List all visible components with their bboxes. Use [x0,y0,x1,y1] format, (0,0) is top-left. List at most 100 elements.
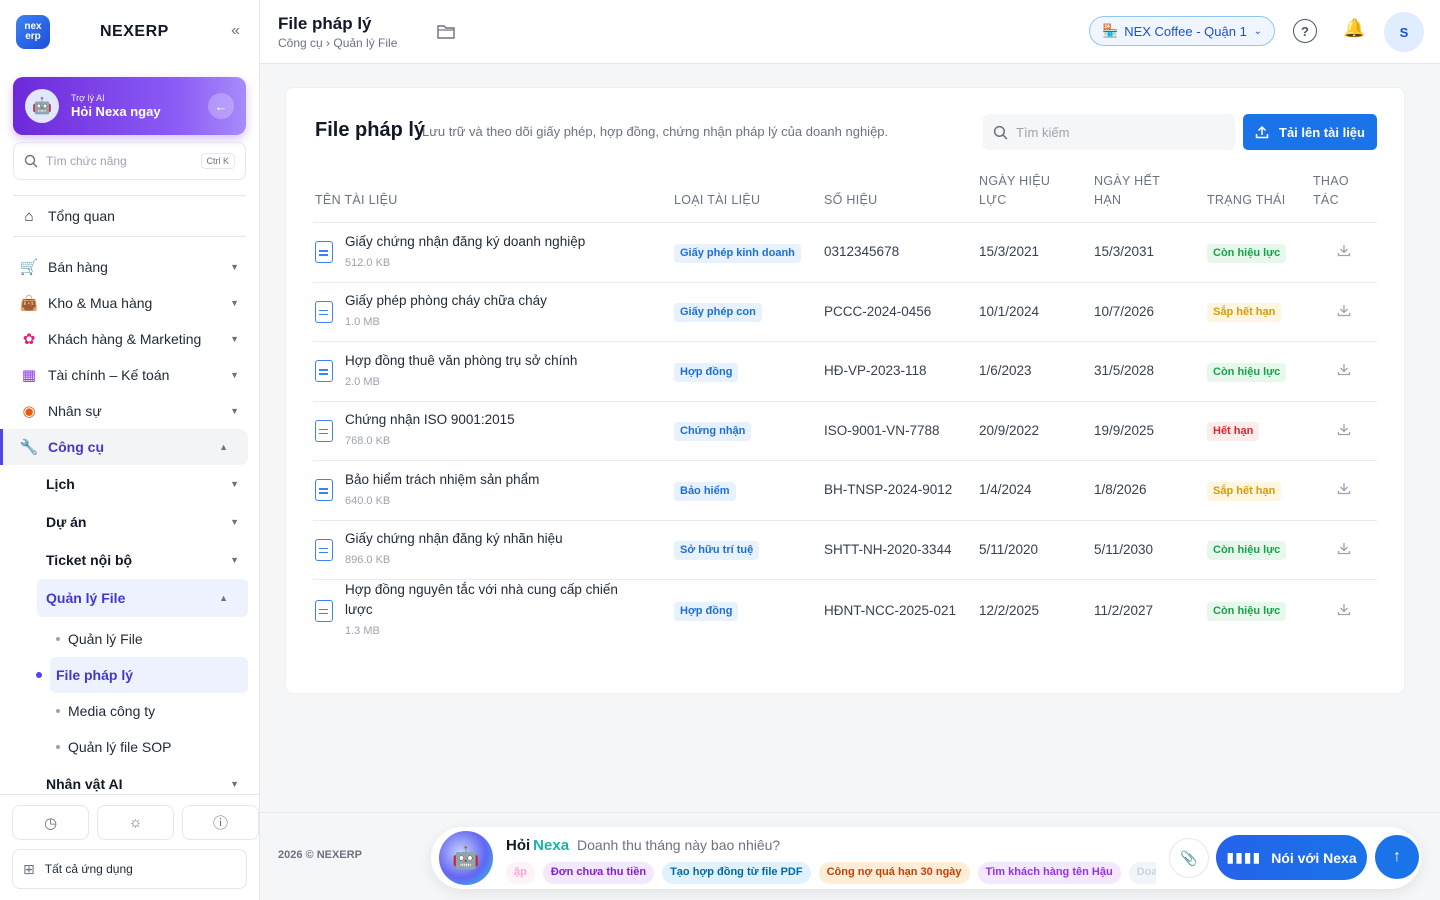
breadcrumb[interactable]: Công cụ › Quản lý File [278,36,397,50]
document-search-input[interactable]: Tìm kiếm [983,114,1235,150]
theme-sun-icon[interactable]: ☼ [97,805,174,840]
chevron-down-icon: ▼ [230,334,239,344]
sidebar-item-calendar[interactable]: Lịch ▼ [0,465,259,503]
bell-icon[interactable]: 🔔 [1343,18,1365,39]
sidebar-item-projects[interactable]: Dự án ▼ [0,503,259,541]
chevron-down-icon: ▼ [230,517,239,527]
document-size: 2.0 MB [345,375,380,388]
file-icon [315,479,333,502]
col-header-name[interactable]: Tên tài liệu [313,172,672,223]
avatar[interactable]: S [1384,12,1424,52]
table-row[interactable]: Giấy chứng nhận đăng ký nhãn hiệu 896.0 K… [313,519,1377,580]
col-header-type[interactable]: Loại tài liệu [672,172,822,223]
cell-name: Hợp đồng thuê văn phòng trụ sở chính 2.0 … [313,341,672,401]
sidebar-item-label: Bán hàng [48,259,108,275]
download-icon[interactable] [1337,422,1351,436]
suggestion-chip[interactable]: Tìm khách hàng tên Hậu [977,862,1121,884]
chevron-up-icon: ▲ [219,593,228,603]
footer: 2026 © NEXERP 🤖 Hỏi Nexa Doanh thu tháng n… [260,812,1440,900]
sidebar-item-label: Kho & Mua hàng [48,295,153,311]
cell-number: PCCC-2024-0456 [822,281,977,342]
cell-type: Giấy phép con [672,281,822,342]
chevron-up-icon: ▲ [219,442,228,452]
download-icon[interactable] [1337,481,1351,495]
document-name[interactable]: Giấy chứng nhận đăng ký nhãn hiệu [345,529,563,549]
sidebar-item-label: Quản lý file SOP [68,739,172,755]
cell-number: ISO-9001-VN-7788 [822,400,977,461]
suggestion-chip[interactable]: Công nợ quá hạn 30 ngày [818,862,970,884]
all-apps-button[interactable]: ⊞ Tất cả ứng dụng [12,849,247,889]
send-arrow-icon[interactable]: ↑ [1375,835,1419,879]
download-icon[interactable] [1337,362,1351,376]
download-icon[interactable] [1337,602,1351,616]
nexa-robot-icon[interactable]: 🤖 [439,831,493,885]
suggestion-chip[interactable]: Doa [1128,862,1156,884]
suggestion-chip[interactable]: ập [506,862,535,884]
speak-with-nexa-button[interactable]: ▮▮▮▮ Nói với Nexa [1216,835,1367,880]
upload-document-button[interactable]: Tải lên tài liệu [1243,114,1377,150]
col-header-effective[interactable]: Ngày hiệu lực [977,172,1092,223]
status-badge: Còn hiệu lực [1207,243,1287,263]
type-badge: Sở hữu trí tuệ [674,541,760,561]
nexa-prompt[interactable]: Hỏi Nexa Doanh thu tháng này bao nhiêu? [506,837,780,854]
sidebar-item-tools[interactable]: 🔧 Công cụ ▲ [0,429,248,465]
sidebar-item-file-management[interactable]: Quản lý File ▲ [37,579,248,617]
sidebar-item-finance[interactable]: ▦ Tài chính – Kế toán ▼ [0,357,259,393]
logo[interactable]: nex erp [16,15,50,49]
info-icon[interactable]: ⓘ [182,805,259,840]
suggestion-chip[interactable]: Tạo hợp đồng từ file PDF [662,862,811,884]
help-icon[interactable]: ? [1293,19,1317,43]
sidebar-item-hr[interactable]: ◉ Nhân sự ▼ [0,393,259,429]
function-search[interactable]: Tìm chức năng Ctrl K [13,142,246,180]
folder-icon[interactable] [436,22,456,40]
table-row[interactable]: Hợp đồng thuê văn phòng trụ sở chính 2.0 … [313,341,1377,401]
history-icon[interactable]: ◷ [12,805,89,840]
cell-number: HĐ-VP-2023-118 [822,341,977,401]
download-icon[interactable] [1337,541,1351,555]
table-row[interactable]: Chứng nhận ISO 9001:2015 768.0 KB Chứng nh… [313,400,1377,461]
document-name[interactable]: Chứng nhận ISO 9001:2015 [345,410,515,430]
cell-expiry: 19/9/2025 [1092,400,1205,461]
sidebar-item-overview[interactable]: ⌂ Tổng quan [0,196,259,236]
col-header-status[interactable]: Trạng thái [1205,172,1311,223]
download-icon[interactable] [1337,243,1351,257]
suggestion-chip[interactable]: Đơn chưa thu tiền [542,862,655,884]
store-selector[interactable]: 🏪 NEX Coffee - Quận 1 ⌄ [1089,16,1275,46]
sidebar-item-inventory[interactable]: 👜 Kho & Mua hàng ▼ [0,285,259,321]
document-name[interactable]: Giấy phép phòng cháy chữa cháy [345,291,547,311]
cell-effective: 5/11/2020 [977,519,1092,580]
home-icon: ⌂ [24,207,34,225]
speak-button-label: Nói với Nexa [1271,849,1357,866]
cart-icon: 🛒 [19,259,39,276]
bullet-icon [56,745,60,749]
sidebar-leaf-sop-files[interactable]: Quản lý file SOP [0,729,259,765]
document-name[interactable]: Hợp đồng thuê văn phòng trụ sở chính [345,351,577,371]
sidebar-item-tickets[interactable]: Ticket nội bộ ▼ [0,541,259,579]
sidebar-item-ai-characters[interactable]: Nhân vật AI ▼ [0,765,259,795]
attach-icon[interactable]: 📎 [1169,838,1209,878]
sidebar-leaf-legal-files[interactable]: File pháp lý [36,657,248,693]
document-name[interactable]: Giấy chứng nhận đăng ký doanh nghiệp [345,232,585,252]
col-header-number[interactable]: Số hiệu [822,172,977,223]
cell-effective: 1/6/2023 [977,341,1092,401]
col-header-expiry[interactable]: Ngày hết hạn [1092,172,1205,223]
wrench-icon: 🔧 [19,439,39,456]
arrow-left-icon[interactable]: ← [208,93,234,119]
sidebar-item-sales[interactable]: 🛒 Bán hàng ▼ [0,249,259,285]
document-name[interactable]: Bảo hiểm trách nhiệm sản phẩm [345,470,539,490]
table-row[interactable]: Hợp đồng nguyên tắc với nhà cung cấp chi… [313,579,1377,641]
table-row[interactable]: Giấy chứng nhận đăng ký doanh nghiệp 512.… [313,222,1377,282]
cell-effective: 20/9/2022 [977,400,1092,461]
table-row[interactable]: Bảo hiểm trách nhiệm sản phẩm 640.0 KB Bảo… [313,460,1377,520]
sidebar-leaf-file-management[interactable]: Quản lý File [0,621,259,657]
upload-icon [1255,125,1269,139]
cell-expiry: 5/11/2030 [1092,519,1205,580]
sidebar-leaf-company-media[interactable]: Media công ty [0,693,259,729]
download-icon[interactable] [1337,303,1351,317]
document-name[interactable]: Hợp đồng nguyên tắc với nhà cung cấp chi… [345,580,645,620]
collapse-sidebar-icon[interactable]: « [231,22,240,40]
ask-nexa-card[interactable]: 🤖 Trợ lý AI Hỏi Nexa ngay ← [13,77,246,135]
table-row[interactable]: Giấy phép phòng cháy chữa cháy 1.0 MB Giấy… [313,281,1377,342]
document-size: 640.0 KB [345,494,391,507]
sidebar-item-customers[interactable]: ✿ Khách hàng & Marketing ▼ [0,321,259,357]
